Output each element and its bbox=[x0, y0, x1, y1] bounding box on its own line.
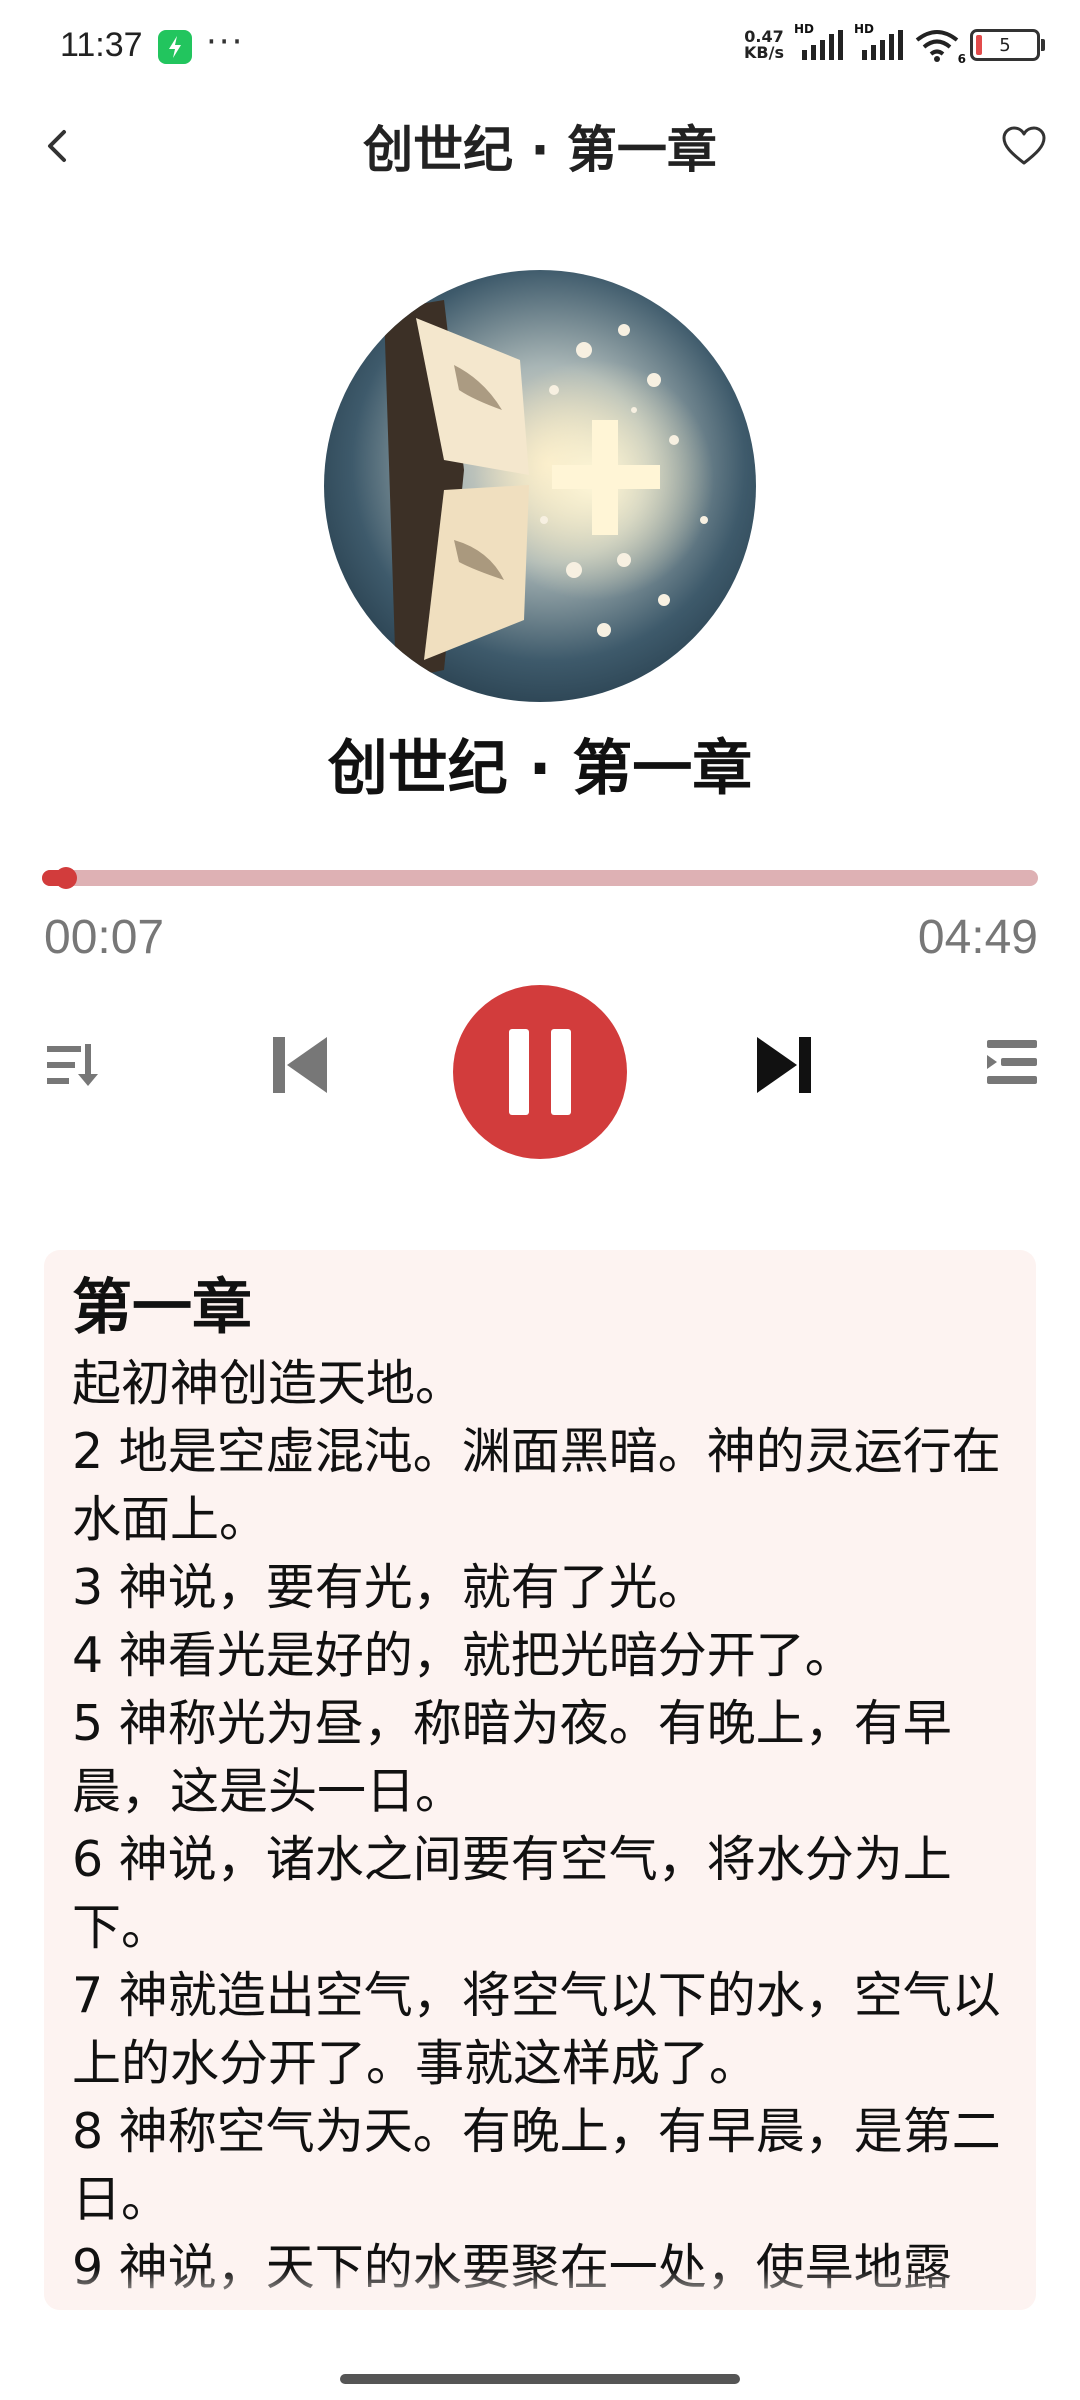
verse-line: 2 地是空虚混沌。渊面黑暗。神的灵运行在水面上。 bbox=[72, 1423, 1001, 1548]
playback-controls bbox=[0, 985, 1080, 1159]
signal-icon-2: HD bbox=[854, 22, 904, 62]
status-indicators: 0.47 KB/s HD HD 6 5 bbox=[744, 22, 1045, 66]
verse-line: 7 神就造出空气，将空气以下的水，空气以上的水分开了。事就这样成了。 bbox=[72, 1967, 1001, 2092]
chapter-heading: 第一章 bbox=[72, 1273, 252, 1343]
home-indicator[interactable] bbox=[340, 2374, 740, 2384]
app-notification-icon bbox=[158, 30, 192, 64]
album-cover-art bbox=[324, 270, 756, 702]
battery-icon: 5 bbox=[970, 29, 1045, 61]
network-speed: 0.47 KB/s bbox=[744, 29, 784, 61]
queue-button[interactable] bbox=[978, 1029, 1044, 1095]
wifi-generation: 6 bbox=[957, 52, 966, 66]
wifi-icon: 6 bbox=[914, 28, 966, 66]
playlist-order-icon bbox=[47, 1044, 98, 1086]
status-bar: 11:37 ··· 0.47 KB/s HD HD 6 5 bbox=[0, 0, 1080, 96]
page-title: 创世纪 · 第一章 bbox=[363, 121, 717, 179]
network-speed-unit: KB/s bbox=[744, 43, 784, 62]
verse-line: 5 神称光为昼，称暗为夜。有晚上，有早晨，这是头一日。 bbox=[72, 1695, 952, 1820]
pause-button[interactable] bbox=[453, 985, 627, 1159]
top-bar: 创世纪 · 第一章 bbox=[0, 96, 1080, 196]
track-title: 创世纪 · 第一章 bbox=[327, 734, 753, 804]
verse-line: 3 神说，要有光，就有了光。 bbox=[72, 1559, 707, 1616]
current-time: 00:07 bbox=[44, 911, 165, 964]
verse-line: 8 神称空气为天。有晚上，有早晨，是第二日。 bbox=[72, 2103, 1001, 2228]
skip-previous-icon bbox=[273, 1037, 327, 1093]
favorite-button[interactable] bbox=[994, 116, 1054, 176]
signal-icon-1: HD bbox=[794, 22, 844, 62]
signal-1-label: HD bbox=[794, 22, 815, 36]
verse-line: 起初神创造天地。 bbox=[72, 1355, 465, 1412]
scroll-fade bbox=[44, 2270, 1036, 2310]
signal-2-label: HD bbox=[854, 22, 875, 36]
verse-line: 6 神说，诸水之间要有空气，将水分为上下。 bbox=[72, 1831, 952, 1956]
skip-next-icon bbox=[757, 1037, 811, 1093]
progress-thumb[interactable] bbox=[54, 867, 77, 889]
verse-line: 4 神看光是好的，就把光暗分开了。 bbox=[72, 1627, 854, 1684]
status-time: 11:37 bbox=[60, 26, 143, 64]
more-notifications-icon: ··· bbox=[206, 22, 245, 62]
previous-button[interactable] bbox=[262, 1027, 338, 1103]
play-order-button[interactable] bbox=[38, 1030, 108, 1100]
battery-level: 5 bbox=[999, 34, 1011, 56]
scripture-text-panel[interactable]: 第一章 起初神创造天地。 2 地是空虚混沌。渊面黑暗。神的灵运行在水面上。 3 … bbox=[44, 1250, 1036, 2310]
queue-menu-icon bbox=[987, 1040, 1037, 1084]
heart-outline-icon bbox=[1002, 126, 1046, 165]
progress-bar[interactable] bbox=[42, 867, 1038, 889]
next-button[interactable] bbox=[746, 1027, 822, 1103]
pause-icon bbox=[509, 1029, 571, 1115]
total-time: 04:49 bbox=[917, 911, 1038, 964]
album-cover bbox=[324, 270, 756, 702]
